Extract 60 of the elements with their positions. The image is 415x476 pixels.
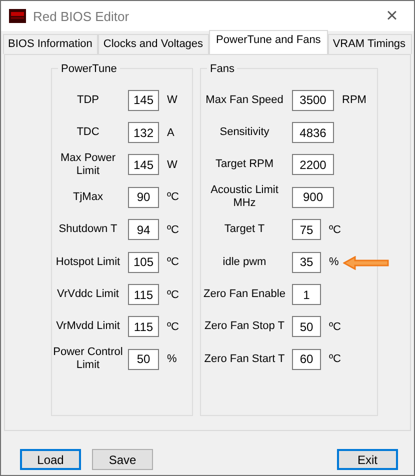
- tab[interactable]: VRAM Timings: [328, 34, 412, 54]
- input-field[interactable]: 145: [128, 154, 159, 176]
- field-label: VrVddc Limit: [56, 288, 120, 302]
- unit-label: ºC: [329, 353, 341, 366]
- input-field[interactable]: 3500: [292, 90, 334, 111]
- field-label: Shutdown T: [58, 223, 118, 236]
- unit-label: ºC: [167, 224, 179, 236]
- field-label: Target T: [223, 223, 266, 236]
- input-field[interactable]: 4836: [292, 122, 334, 144]
- input-field[interactable]: 94: [128, 219, 159, 240]
- field-label: TDC: [76, 126, 100, 140]
- unit-label: ºC: [329, 320, 341, 333]
- dialog-button[interactable]: Save: [92, 449, 153, 470]
- field-label: Max Fan Speed: [204, 94, 284, 107]
- field-label: idle pwm: [222, 256, 268, 269]
- field-label: Max Power Limit: [59, 152, 117, 178]
- input-field[interactable]: 132: [128, 122, 159, 144]
- input-field[interactable]: 1: [292, 284, 321, 306]
- tab[interactable]: BIOS Information: [3, 34, 98, 54]
- tab[interactable]: PowerTune and Fans: [209, 30, 328, 54]
- tab[interactable]: Clocks and Voltages: [98, 34, 210, 54]
- input-field[interactable]: 2200: [292, 154, 334, 176]
- input-field[interactable]: 115: [128, 316, 159, 338]
- unit-label: %: [329, 256, 339, 268]
- input-field[interactable]: 90: [128, 186, 159, 208]
- unit-label: W: [167, 158, 178, 171]
- unit-label: ºC: [167, 191, 179, 204]
- unit-label: %: [167, 353, 177, 366]
- field-label: VrMvdd Limit: [55, 320, 121, 334]
- field-label: Sensitivity: [218, 126, 270, 140]
- unit-label: A: [167, 126, 174, 139]
- field-label: TjMax: [72, 190, 104, 204]
- field-label: TDP: [76, 94, 100, 107]
- dialog-button[interactable]: Exit: [337, 449, 398, 470]
- field-label: Zero Fan Stop T: [204, 320, 286, 334]
- input-field[interactable]: 900: [292, 186, 334, 208]
- input-field[interactable]: 35: [292, 252, 321, 273]
- input-field[interactable]: 105: [128, 252, 159, 273]
- close-button[interactable]: ×: [370, 4, 414, 28]
- app-logo-icon: [9, 9, 26, 23]
- field-label: Zero Fan Start T: [203, 352, 286, 366]
- input-field[interactable]: 50: [128, 348, 159, 370]
- field-label: Zero Fan Enable: [202, 288, 286, 302]
- dialog-button[interactable]: Load: [20, 449, 81, 470]
- input-field[interactable]: 50: [292, 316, 321, 338]
- field-label: Power Control Limit: [52, 346, 124, 372]
- field-label: Target RPM: [214, 158, 275, 172]
- unit-label: ºC: [167, 256, 179, 268]
- unit-label: RPM: [342, 94, 366, 106]
- input-field[interactable]: 75: [292, 219, 321, 240]
- input-field[interactable]: 145: [128, 90, 159, 111]
- unit-label: ºC: [167, 288, 179, 301]
- unit-label: ºC: [329, 224, 341, 236]
- input-field[interactable]: 115: [128, 284, 159, 306]
- unit-label: W: [167, 94, 178, 106]
- window-title: Red BIOS Editor: [33, 8, 130, 24]
- field-label: Acoustic Limit MHz: [210, 184, 280, 210]
- input-field[interactable]: 60: [292, 348, 321, 370]
- field-label: Hotspot Limit: [54, 256, 122, 269]
- unit-label: ºC: [167, 320, 179, 333]
